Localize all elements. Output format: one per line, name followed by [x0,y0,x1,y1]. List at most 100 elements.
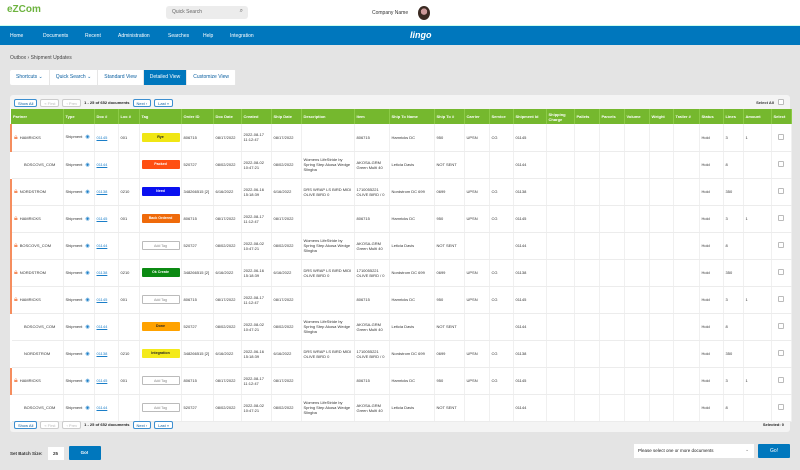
prev-button-bottom[interactable]: ‹ Prev [62,421,81,429]
column-header[interactable]: Parcels [599,109,624,124]
column-header[interactable]: Shipment Id [513,109,546,124]
row-checkbox[interactable] [778,161,784,167]
column-header[interactable]: Partner [11,109,63,124]
eye-icon[interactable]: ◉ [85,270,89,276]
eye-icon[interactable]: ◉ [85,189,89,195]
table-row[interactable]: 🔒︎NORDSTROMShipment◉011380210Need Acknow… [11,178,791,205]
column-header[interactable]: Ship To # [434,109,464,124]
row-checkbox[interactable] [778,188,784,194]
ezcom-logo[interactable]: eZCom [7,4,41,15]
batch-go-button[interactable]: Go! [69,446,101,460]
eye-icon[interactable]: ◉ [85,162,89,168]
column-header[interactable]: Weight [649,109,673,124]
column-header[interactable]: Carrier [464,109,489,124]
doc-number-link[interactable]: 01138 [97,189,108,194]
lock-icon[interactable]: 🔒︎ [14,188,18,195]
row-checkbox[interactable] [778,215,784,221]
doc-number-link[interactable]: 01144 [97,324,108,329]
column-header[interactable]: Doc # [94,109,118,124]
tab-customize-view[interactable]: Customize View [187,70,236,85]
row-checkbox[interactable] [778,404,784,410]
doc-number-link[interactable]: 01138 [97,351,108,356]
quick-search-input[interactable]: Quick Search⌕ [166,6,248,19]
table-row[interactable]: NORDSTROMShipment◉011380210Integration34… [11,340,791,367]
select-all-checkbox[interactable] [778,99,784,105]
next-button-bottom[interactable]: Next › [133,421,152,429]
eye-icon[interactable]: ◉ [85,297,89,303]
column-header[interactable]: Pallets [574,109,599,124]
eye-icon[interactable]: ◉ [85,378,89,384]
doc-number-link[interactable]: 01145 [97,135,108,140]
tag-badge[interactable]: Back Ordered [142,214,180,223]
column-header[interactable]: Ship To Name [389,109,434,124]
doc-number-link[interactable]: 01145 [97,378,108,383]
table-row[interactable]: 🔒︎HAMRICKSShipment◉01145001Add Tag806715… [11,367,791,394]
select-all[interactable]: Select All [756,99,784,105]
show-all-button-bottom[interactable]: Show All [14,421,37,429]
table-row[interactable]: 🔒︎NORDSTROMShipment◉011380210Ok Create34… [11,259,791,286]
eye-icon[interactable]: ◉ [85,405,89,411]
doc-number-link[interactable]: 01144 [97,243,108,248]
column-header[interactable]: Amount [743,109,771,124]
row-checkbox[interactable] [778,134,784,140]
lock-icon[interactable]: 🔒︎ [14,134,18,141]
row-checkbox[interactable] [778,242,784,248]
nav-documents[interactable]: Documents [43,33,68,39]
add-tag-button[interactable]: Add Tag [142,295,180,304]
first-button[interactable]: « First [40,99,59,107]
tag-badge[interactable]: Rye [142,133,180,142]
eye-icon[interactable]: ◉ [85,351,89,357]
search-icon[interactable]: ⌕ [240,8,243,15]
doc-number-link[interactable]: 01145 [97,297,108,302]
nav-searches[interactable]: Searches [168,33,189,39]
column-header[interactable]: Status [699,109,723,124]
lock-icon[interactable]: 🔒︎ [14,377,18,384]
first-button-bottom[interactable]: « First [40,421,59,429]
table-row[interactable]: 🔒︎BOSCOVS_COMShipment◉01144Add Tag520727… [11,232,791,259]
row-checkbox[interactable] [778,296,784,302]
lock-icon[interactable]: 🔒︎ [14,242,18,249]
doc-number-link[interactable]: 01138 [97,270,108,275]
tab-standard-view[interactable]: Standard View [98,70,143,85]
column-header[interactable]: Description [301,109,354,124]
table-row[interactable]: 🔒︎HAMRICKSShipment◉01145001Rye80671508/1… [11,124,791,151]
tag-badge[interactable]: Ok Create [142,268,180,277]
eye-icon[interactable]: ◉ [85,243,89,249]
last-button-bottom[interactable]: Last » [154,421,173,429]
show-all-button[interactable]: Show All [14,99,37,107]
column-header[interactable]: Service [489,109,513,124]
nav-administration[interactable]: Administration [118,33,150,39]
doc-number-link[interactable]: 01144 [97,405,108,410]
column-header[interactable]: Order ID [181,109,213,124]
nav-integration[interactable]: Integration [230,33,254,39]
eye-icon[interactable]: ◉ [85,216,89,222]
lock-icon[interactable]: 🔒︎ [14,269,18,276]
lock-icon[interactable]: 🔒︎ [14,296,18,303]
add-tag-button[interactable]: Add Tag [142,403,180,412]
table-row[interactable]: 🔒︎HAMRICKSShipment◉01145001Add Tag806715… [11,286,791,313]
column-header[interactable]: Volume [624,109,649,124]
quick-search-dropdown[interactable]: Quick Search ⌄ [50,70,99,85]
nav-home[interactable]: Home [10,33,23,39]
column-header[interactable]: Type [63,109,94,124]
doc-number-link[interactable]: 01144 [97,162,108,167]
column-header[interactable]: Item [354,109,389,124]
action-go-button[interactable]: Go! [758,444,790,458]
table-row[interactable]: BOSCOVS_COMShipment◉01144Packed52072708/… [11,151,791,178]
tab-detailed-view[interactable]: Detailed View [144,70,187,85]
avatar[interactable] [418,6,430,20]
eye-icon[interactable]: ◉ [85,134,89,140]
tag-badge[interactable]: Done [142,322,180,331]
table-row[interactable]: BOSCOVS_COMShipment◉01144Done52072708/02… [11,313,791,340]
column-header[interactable]: Shipping Charge [546,109,574,124]
column-header[interactable]: Doc Date [213,109,241,124]
last-button[interactable]: Last » [154,99,173,107]
tag-badge[interactable]: Packed [142,160,180,169]
next-button[interactable]: Next › [133,99,152,107]
row-checkbox[interactable] [778,350,784,356]
doc-number-link[interactable]: 01145 [97,216,108,221]
column-header[interactable]: Trailer # [673,109,699,124]
row-checkbox[interactable] [778,323,784,329]
nav-help[interactable]: Help [203,33,213,39]
add-tag-button[interactable]: Add Tag [142,241,180,250]
